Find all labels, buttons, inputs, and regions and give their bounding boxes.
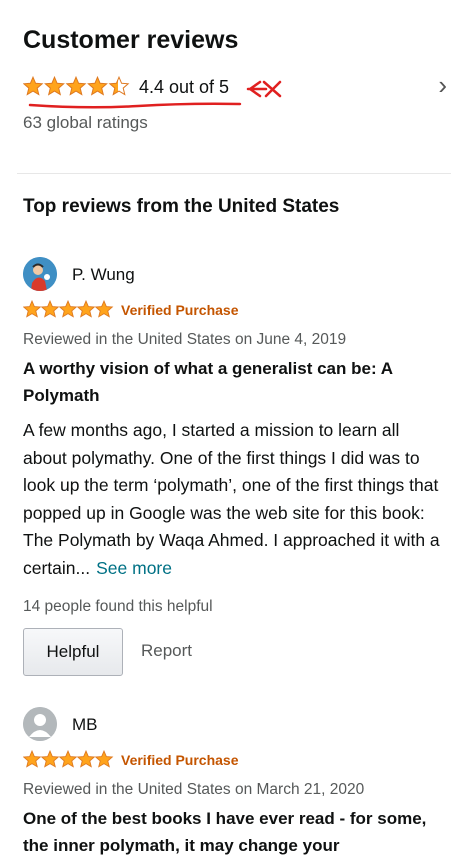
star-icon [41,750,59,768]
verified-purchase-badge: Verified Purchase [121,302,239,318]
review-date: Reviewed in the United States on June 4,… [23,331,347,348]
review-body: A few months ago, I started a mission to… [23,417,443,582]
rating-summary-row[interactable]: 4.4 out of 5 › [23,70,453,102]
report-link[interactable]: Report [141,641,192,661]
star-icon [59,300,77,318]
review-body-text: A few months ago, I started a mission to… [23,420,440,578]
star-icon [59,750,77,768]
star-icon [77,750,95,768]
star-icon [77,300,95,318]
section-divider [17,173,451,174]
star-icon [41,300,59,318]
star-icon [66,76,86,96]
star-icon [95,300,113,318]
reviewer-name[interactable]: P. Wung [72,265,135,285]
avatar[interactable] [23,707,57,741]
rating-text: 4.4 out of 5 [139,77,230,97]
avatar[interactable] [23,257,57,291]
chevron-right-icon[interactable]: › [438,70,447,101]
helpful-count: 14 people found this helpful [23,598,213,615]
review-stars [23,300,113,318]
review-stars [23,750,113,768]
see-more-link[interactable]: See more [96,558,172,578]
star-icon [23,750,41,768]
review-card: P. Wung Verified Purchase Reviewed in th… [23,257,443,676]
avatar-illustration-icon [23,257,57,291]
star-icon [95,750,113,768]
review-title[interactable]: A worthy vision of what a generalist can… [23,355,443,409]
helpful-button[interactable]: Helpful [23,628,123,676]
red-underline-annotation [28,102,242,109]
review-rating-row: Verified Purchase [23,300,443,322]
star-icon [87,76,108,96]
star-icon [44,76,65,96]
half-star-icon [109,76,129,96]
reviewer-row[interactable]: MB [23,707,443,741]
star-icon [23,300,41,318]
default-user-icon [23,707,57,741]
reviewer-row[interactable]: P. Wung [23,257,443,291]
verified-purchase-badge: Verified Purchase [121,752,239,768]
average-rating-stars [23,76,129,96]
section-title: Top reviews from the United States [23,196,340,217]
review-card: MB Verified Purchase Reviewed in the Uni… [23,707,443,856]
review-title[interactable]: One of the best books I have ever read -… [23,805,443,856]
star-icon [23,76,43,96]
reviewer-name[interactable]: MB [72,715,98,735]
page-title: Customer reviews [23,26,239,54]
review-rating-row: Verified Purchase [23,750,443,772]
review-date: Reviewed in the United States on March 2… [23,781,365,798]
review-actions: Helpful Report [23,628,443,676]
red-arrow-annotation [246,80,282,98]
global-ratings-count: 63 global ratings [23,113,148,132]
